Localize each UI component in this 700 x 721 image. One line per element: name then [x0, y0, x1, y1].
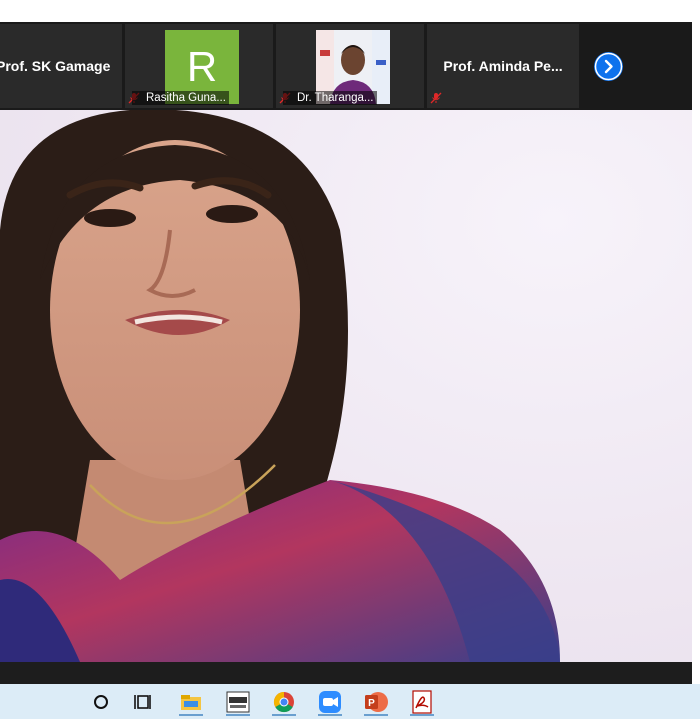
next-page-button[interactable]: [594, 52, 623, 81]
participant-tile-tharanga[interactable]: Dr. Tharanga...: [276, 24, 424, 108]
zoom-icon[interactable]: [314, 688, 346, 716]
participant-name: Dr. Tharanga...: [283, 91, 377, 105]
participant-name: Prof. SK Gamage: [0, 58, 111, 74]
cortana-icon[interactable]: [85, 688, 117, 716]
active-speaker-video: [0, 110, 692, 662]
app-icon[interactable]: [222, 688, 254, 716]
participant-name: Rasitha Guna...: [132, 91, 229, 105]
taskbar: P: [0, 684, 700, 719]
svg-text:P: P: [368, 698, 375, 709]
file-explorer-icon[interactable]: [175, 688, 207, 716]
participant-tile-rasitha[interactable]: R Rasitha Guna...: [125, 24, 273, 108]
chevron-right-icon: [594, 52, 623, 81]
chrome-icon[interactable]: [268, 688, 300, 716]
participant-strip: Prof. SK Gamage R Rasitha Guna... Dr. Th…: [0, 22, 692, 110]
window-right-margin: [692, 22, 700, 662]
mic-muted-icon: [430, 92, 442, 104]
task-view-icon[interactable]: [128, 688, 160, 716]
powerpoint-icon[interactable]: P: [360, 688, 392, 716]
participant-tile-aminda[interactable]: Prof. Aminda Pe...: [427, 24, 579, 108]
window-top-margin: [0, 0, 700, 22]
participant-name: Prof. Aminda Pe...: [443, 58, 563, 74]
participant-tile-sk-gamage[interactable]: Prof. SK Gamage: [0, 24, 122, 108]
acrobat-icon[interactable]: [406, 688, 438, 716]
meeting-controls-bar: [0, 662, 692, 684]
